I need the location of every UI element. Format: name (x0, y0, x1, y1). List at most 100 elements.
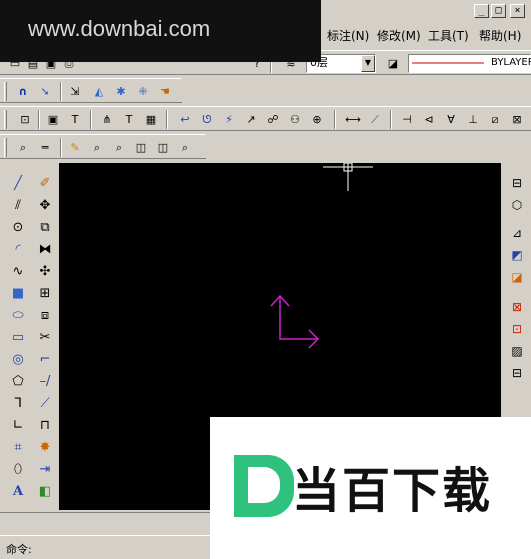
menu-help[interactable]: 帮助(H) (479, 27, 521, 44)
linetype-value: BYLAYER (491, 57, 531, 68)
text-style-icon[interactable]: T (66, 110, 84, 128)
rotate-icon[interactable]: ✣ (35, 261, 55, 281)
draw-order-toolbar: ∩ ➘ ⇲ ◭ ✱ ⁜ ☚ (0, 78, 182, 103)
transparency-icon[interactable]: ✱ (112, 82, 130, 100)
ucs-object-icon[interactable]: ◪ (507, 267, 527, 287)
dim-update-icon[interactable]: ⊠ (508, 110, 526, 128)
stretch-icon[interactable]: ⟋ (35, 393, 55, 413)
pan-icon[interactable]: ◭ (90, 82, 108, 100)
linetype-select[interactable]: BYLAYER (408, 54, 531, 73)
inquiry-toolbar: ⌕ ═ ✎ ⌕ ⌕ ◫ ◫ ⌕ (0, 134, 206, 159)
revcloud-icon[interactable]: ⬠ (8, 371, 28, 391)
object-snap-toolbar: ⊡ ▣ T ⋔ T ▦ ↩ ᘎ ⚡ ↗ ☍ ⚇ ⊕ ⟷ ⟋ ⊣ ⊲ ∀ ⊥ ⧄ … (0, 106, 531, 131)
point-icon[interactable]: ■ (8, 283, 28, 303)
circle-icon[interactable]: ⊙ (8, 217, 28, 237)
zoom-window-icon[interactable]: ⌕ (110, 138, 128, 156)
maximize-button[interactable]: □ (491, 4, 506, 18)
draw-order-icon[interactable]: ∩ (14, 82, 32, 100)
dim-linear-icon[interactable]: ⟷ (344, 110, 362, 128)
dim-radius-icon[interactable]: ⊣ (398, 110, 416, 128)
logo-text: 当百下载 (292, 463, 493, 519)
chevron-down-icon[interactable]: ▼ (361, 55, 375, 72)
line-icon[interactable]: ╱ (8, 173, 28, 193)
layout-icon[interactable]: ⊟ (507, 173, 527, 193)
window-controls: _ □ × (474, 4, 525, 18)
dim-aligned-icon[interactable]: ⟋ (366, 110, 384, 128)
zoom-out-icon[interactable]: ⌕ (176, 138, 194, 156)
array-icon[interactable]: ⊞ (35, 283, 55, 303)
snap-node-icon[interactable]: ⚇ (286, 110, 304, 128)
minimize-button[interactable]: _ (474, 4, 489, 18)
table-icon[interactable]: ▦ (142, 110, 160, 128)
explode-icon[interactable]: ✸ (35, 437, 55, 457)
scale-icon[interactable]: ⇥ (35, 459, 55, 479)
polyline-icon[interactable]: ᒣ (8, 393, 28, 413)
zoom-prev-icon[interactable]: ◫ (132, 138, 150, 156)
snap-mid-icon[interactable]: ᘎ (198, 110, 216, 128)
ellipse-icon[interactable]: ⬭ (8, 305, 28, 325)
copy-icon[interactable]: ⧉ (35, 217, 55, 237)
dim-angle-icon[interactable]: ⊲ (420, 110, 438, 128)
menu-tools[interactable]: 工具(T) (428, 27, 469, 44)
dim-arc-icon[interactable]: ∀ (442, 110, 460, 128)
zoom-realtime-icon[interactable]: ⌕ (88, 138, 106, 156)
mirror-icon[interactable]: ⧓ (35, 239, 55, 259)
snap-perp-icon[interactable]: ⚡ (220, 110, 238, 128)
move-front-icon[interactable]: ➘ (36, 82, 54, 100)
rectangle-icon[interactable]: ▭ (8, 327, 28, 347)
layer-walk-icon[interactable]: ⁜ (134, 82, 152, 100)
hatch-icon[interactable]: ⌗ (8, 437, 28, 457)
watermark-url-text: www.downbai.com (28, 16, 211, 41)
3d-box-icon[interactable]: ⬡ (507, 195, 527, 215)
spline-icon[interactable]: ∿ (8, 261, 28, 281)
command-prompt: 命令: (6, 543, 32, 556)
arc-icon[interactable]: ◜ (8, 239, 28, 259)
erase-icon[interactable]: ✐ (35, 173, 55, 193)
offset-icon[interactable]: ⧈ (35, 305, 55, 325)
menu-modify[interactable]: 修改(M) (377, 27, 421, 44)
move-icon[interactable]: ✥ (35, 195, 55, 215)
snap-from-icon[interactable]: ↩ (176, 110, 194, 128)
viewport-clip-icon[interactable]: ⊡ (507, 319, 527, 339)
ucs-origin-icon[interactable]: ⊿ (507, 223, 527, 243)
find-icon[interactable]: ⌕ (14, 138, 32, 156)
viewport-icon[interactable]: ⊠ (507, 297, 527, 317)
extend-icon[interactable]: –/ (35, 371, 55, 391)
menu-dimension[interactable]: 标注(N) (327, 27, 369, 44)
block-icon[interactable]: ⋔ (98, 110, 116, 128)
match-prop-icon[interactable]: ⇲ (66, 82, 84, 100)
ucs-3point-icon[interactable]: ◩ (507, 245, 527, 265)
dim-ordinate-icon[interactable]: ∟ (8, 415, 28, 435)
zoom-extents-icon[interactable]: ⊡ (16, 110, 34, 128)
break-icon[interactable]: ⊓ (35, 415, 55, 435)
linetype-swatch (412, 62, 484, 64)
render-icon[interactable]: ⊟ (507, 363, 527, 383)
fillet-icon[interactable]: ⌐ (35, 349, 55, 369)
region-icon[interactable]: ⬯ (8, 459, 28, 479)
view-icon[interactable]: ▣ (44, 110, 62, 128)
text-icon[interactable]: A (8, 481, 28, 501)
make-current-icon[interactable]: ◪ (384, 54, 402, 72)
dim-edit-icon[interactable]: ⧄ (486, 110, 504, 128)
watermark-logo: 当百下载 (210, 417, 531, 559)
close-button[interactable]: × (510, 4, 525, 18)
crosshair-cursor (323, 153, 373, 191)
hand-icon[interactable]: ☚ (156, 82, 174, 100)
zoom-all-icon[interactable]: ◫ (154, 138, 172, 156)
draw-toolbar: ╱ ⫽ ⊙ ◜ ∿ ■ ⬭ ▭ ◎ ⬠ ᒣ ∟ ⌗ ⬯ A (4, 171, 30, 511)
dim-diameter-icon[interactable]: ⊥ (464, 110, 482, 128)
logo-d-mark (234, 455, 294, 517)
xline-icon[interactable]: ⫽ (8, 195, 28, 215)
insert-text-icon[interactable]: T (120, 110, 138, 128)
snap-quad-icon[interactable]: ⊕ (308, 110, 326, 128)
properties-icon[interactable]: ◧ (35, 481, 55, 501)
measure-icon[interactable]: ═ (36, 138, 54, 156)
snap-nearest-icon[interactable]: ↗ (242, 110, 260, 128)
snap-center-icon[interactable]: ☍ (264, 110, 282, 128)
shade-icon[interactable]: ▨ (507, 341, 527, 361)
donut-icon[interactable]: ◎ (8, 349, 28, 369)
watermark-url: www.downbai.com (0, 0, 321, 62)
modify-toolbar: ✐ ✥ ⧉ ⧓ ✣ ⊞ ⧈ ✂ ⌐ –/ ⟋ ⊓ ✸ ⇥ ◧ (31, 171, 57, 511)
pencil-icon[interactable]: ✎ (66, 138, 84, 156)
trim-icon[interactable]: ✂ (35, 327, 55, 347)
